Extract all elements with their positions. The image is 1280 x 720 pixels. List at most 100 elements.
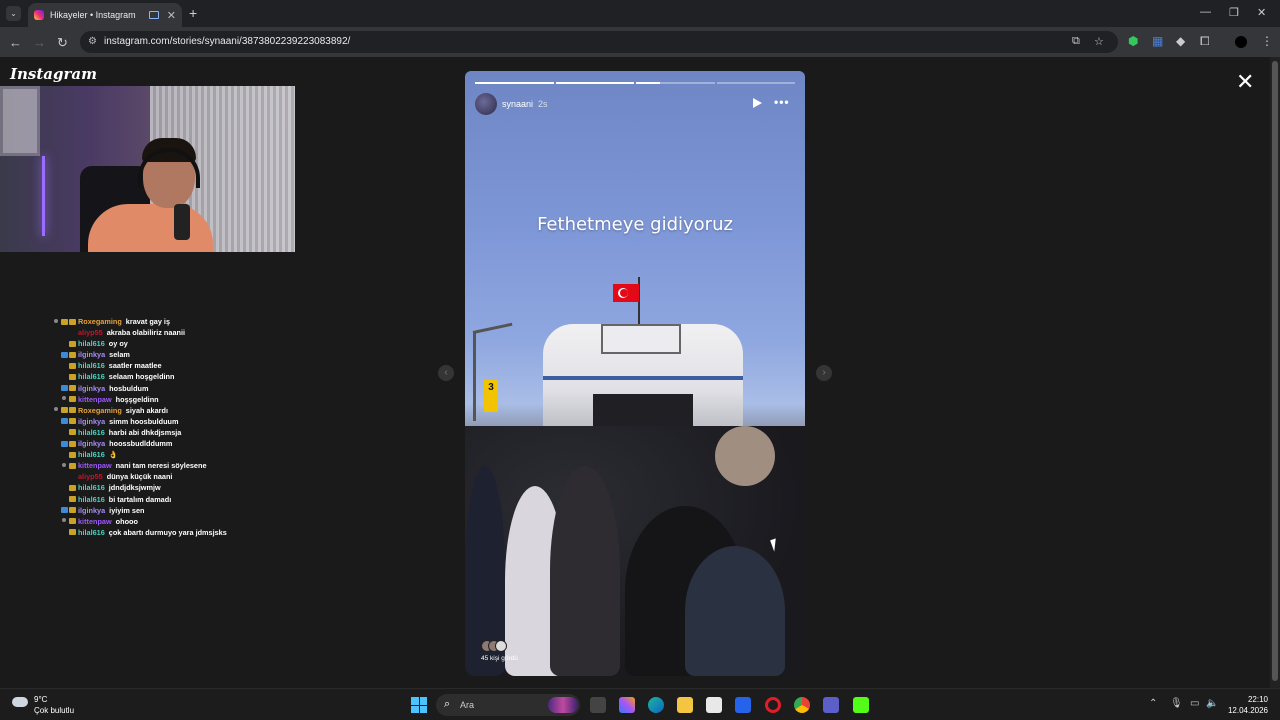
chat-badge-icon xyxy=(61,318,68,325)
bookmark-star-icon[interactable]: ☆ xyxy=(1094,35,1104,48)
chat-username[interactable]: aliyp55 xyxy=(78,471,103,482)
chat-badges xyxy=(34,385,76,392)
install-app-icon[interactable]: ⧉ xyxy=(1072,35,1080,48)
chat-username[interactable]: hilal616 xyxy=(78,482,105,493)
address-url[interactable]: instagram.com/stories/synaani/3873802239… xyxy=(104,36,350,47)
tab-audio-icon[interactable] xyxy=(148,11,159,19)
teams-icon[interactable] xyxy=(823,697,839,713)
story-username[interactable]: synaani xyxy=(502,99,533,109)
shield-extension-icon[interactable]: ⬢ xyxy=(1128,34,1138,48)
story-author-avatar[interactable] xyxy=(475,93,497,115)
person-head-gray xyxy=(715,426,775,486)
chat-username[interactable]: ilginkya xyxy=(78,349,105,360)
chat-badge-icon xyxy=(69,385,76,392)
profile-avatar[interactable] xyxy=(1235,36,1247,48)
chat-username[interactable]: hilal616 xyxy=(78,527,105,538)
instagram-logo[interactable]: Instagram xyxy=(10,65,97,83)
chat-badge-icon xyxy=(69,374,76,381)
chat-username[interactable]: hilal616 xyxy=(78,494,105,505)
chat-text: selaam hoşgeldinn xyxy=(108,372,175,382)
chat-badges xyxy=(34,418,76,425)
chat-badge-icon xyxy=(69,407,76,414)
mail-icon[interactable] xyxy=(735,697,751,713)
opera-icon[interactable] xyxy=(765,697,781,713)
close-story-button[interactable]: ✕ xyxy=(1236,71,1254,93)
volume-icon[interactable]: 🔈 xyxy=(1206,698,1218,709)
site-info-icon[interactable]: ⚙ xyxy=(88,36,97,47)
chat-username[interactable]: ilginkya xyxy=(78,383,105,394)
chat-badge-icon xyxy=(69,396,76,403)
browser-toolbar: ← → ↻ ⚙ instagram.com/stories/synaani/38… xyxy=(0,27,1280,57)
new-tab-button[interactable]: + xyxy=(189,5,197,21)
more-options-icon[interactable]: ••• xyxy=(774,95,790,109)
chat-message: hilal616 jdndjdksjwmjw xyxy=(34,482,394,493)
tab-instagram-stories[interactable]: Hikayeler • Instagram ✕ xyxy=(28,3,182,27)
scrollbar-thumb[interactable] xyxy=(1272,61,1278,681)
restore-button[interactable]: ❐ xyxy=(1229,6,1239,19)
chrome-menu-icon[interactable]: ⋮ xyxy=(1261,34,1273,48)
window-close-button[interactable]: ✕ xyxy=(1257,6,1266,19)
task-view-icon[interactable] xyxy=(590,697,606,713)
story-viewers[interactable]: 45 kişi gördü xyxy=(481,639,518,662)
taskbar-clock[interactable]: 22:10 12.04.2026 xyxy=(1222,694,1268,716)
tab-close-icon[interactable]: ✕ xyxy=(167,9,176,22)
chat-badges xyxy=(34,529,76,536)
chat-message: hilal616 saatler maatlee xyxy=(34,360,394,371)
chat-badges xyxy=(34,318,76,325)
reload-button[interactable]: ↻ xyxy=(57,35,68,51)
translate-extension-icon[interactable]: ▦ xyxy=(1152,34,1163,48)
chat-message: hilal616 👌 xyxy=(34,449,394,460)
chat-text: ohooo xyxy=(115,516,138,526)
chat-username[interactable]: Roxegaming xyxy=(78,316,122,327)
chat-username[interactable]: hilal616 xyxy=(78,338,105,349)
chat-badge-icon xyxy=(69,440,76,447)
file-explorer-icon[interactable] xyxy=(677,697,693,713)
led-light xyxy=(42,156,45,236)
chat-username[interactable]: ilginkya xyxy=(78,505,105,516)
story-viewer[interactable]: synaani 2s ••• Fethetmeye gidiyoruz 3 45… xyxy=(465,71,805,676)
chat-message: hilal616 selaam hoşgeldinn xyxy=(34,371,394,382)
chat-username[interactable]: ilginkya xyxy=(78,416,105,427)
chat-username[interactable]: ilginkya xyxy=(78,438,105,449)
instagram-favicon-icon xyxy=(34,10,44,20)
chat-message: Roxegaming siyah akardı xyxy=(34,405,394,416)
chrome-icon[interactable] xyxy=(794,697,810,713)
previous-story-arrow[interactable]: ‹ xyxy=(438,365,454,381)
chat-username[interactable]: Roxegaming xyxy=(78,405,122,416)
next-story-arrow[interactable]: › xyxy=(816,365,832,381)
chat-message: ilginkya simm hoosbulduum xyxy=(34,416,394,427)
forward-button[interactable]: → xyxy=(33,35,46,50)
chat-text: hoossbudlddumm xyxy=(109,439,173,449)
chat-text: nani tam neresi söylesene xyxy=(115,461,207,471)
chat-username[interactable]: hilal616 xyxy=(78,449,105,460)
chat-badge-icon xyxy=(69,429,76,436)
microsoft-store-icon[interactable] xyxy=(706,697,722,713)
copilot-icon[interactable] xyxy=(619,697,635,713)
chat-badge-icon xyxy=(61,418,68,425)
microphone-tray-icon[interactable]: 🎙 xyxy=(1170,698,1183,709)
back-button[interactable]: ← xyxy=(9,35,22,50)
chat-username[interactable]: kittenpaw xyxy=(78,394,112,405)
tab-search-button[interactable]: ⌄ xyxy=(6,6,21,21)
chat-badges xyxy=(34,484,76,491)
minimize-button[interactable]: — xyxy=(1200,6,1211,18)
diamond-extension-icon[interactable]: ◆ xyxy=(1176,34,1185,48)
address-bar[interactable]: ⚙ instagram.com/stories/synaani/38738022… xyxy=(80,31,1118,53)
extensions-puzzle-icon[interactable]: ⧠ xyxy=(1200,34,1210,49)
chat-username[interactable]: hilal616 xyxy=(78,371,105,382)
page-scrollbar[interactable] xyxy=(1270,57,1280,688)
kick-icon[interactable] xyxy=(853,697,869,713)
edge-icon[interactable] xyxy=(648,697,664,713)
play-icon[interactable] xyxy=(753,98,762,108)
start-button[interactable] xyxy=(411,697,427,713)
chat-username[interactable]: aliyp55 xyxy=(78,327,103,338)
taskbar-search[interactable]: ⌕ Ara xyxy=(436,694,580,716)
chat-username[interactable]: kittenpaw xyxy=(78,460,112,471)
network-icon[interactable]: ▭ xyxy=(1190,698,1199,709)
chat-badges xyxy=(34,451,76,458)
chat-username[interactable]: hilal616 xyxy=(78,360,105,371)
chat-username[interactable]: kittenpaw xyxy=(78,516,112,527)
chat-username[interactable]: hilal616 xyxy=(78,427,105,438)
chat-text: iyiyim sen xyxy=(109,505,145,515)
tray-overflow-icon[interactable]: ⌃ xyxy=(1149,698,1157,709)
